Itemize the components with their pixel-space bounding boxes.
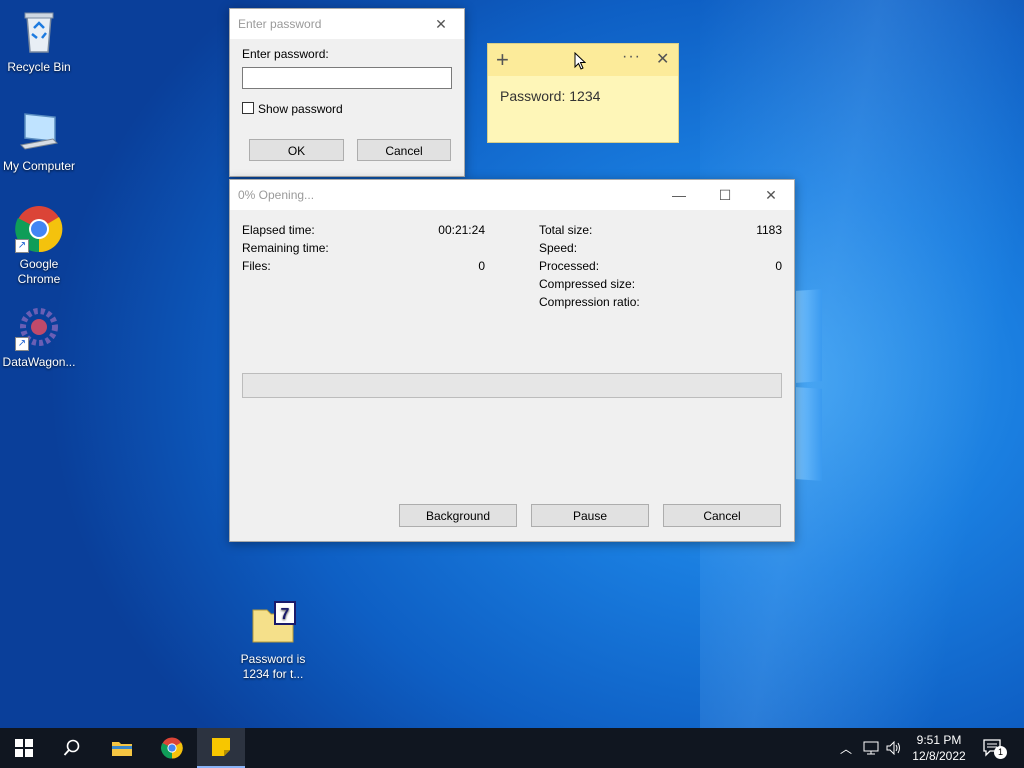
- files-label: Files:: [242, 259, 271, 273]
- more-icon[interactable]: ···: [622, 48, 641, 66]
- dialog-title: Enter password: [238, 17, 322, 31]
- recycle-bin-icon: [15, 8, 63, 56]
- files-value: 0: [478, 259, 485, 273]
- close-icon[interactable]: ✕: [418, 9, 464, 39]
- cursor-icon: [574, 51, 587, 73]
- password-prompt-label: Enter password:: [242, 47, 329, 61]
- search-icon: [63, 739, 80, 756]
- show-hidden-icons-button[interactable]: ︿: [838, 728, 854, 768]
- action-center-button[interactable]: 1: [978, 728, 1008, 768]
- search-button[interactable]: [48, 728, 96, 768]
- close-icon[interactable]: ✕: [656, 49, 669, 69]
- plus-icon[interactable]: +: [496, 47, 509, 73]
- remaining-time-label: Remaining time:: [242, 241, 329, 255]
- processed-value: 0: [775, 259, 782, 273]
- progress-bar: [242, 373, 782, 398]
- compression-ratio-label: Compression ratio:: [539, 295, 640, 309]
- window-title: 0% Opening...: [238, 188, 315, 202]
- desktop-icon-my-computer[interactable]: My Computer: [1, 107, 77, 174]
- desktop-icon-recycle-bin[interactable]: Recycle Bin: [1, 8, 77, 75]
- desktop-icon-label: DataWagon...: [2, 355, 76, 369]
- volume-icon[interactable]: [884, 728, 904, 768]
- show-password-checkbox[interactable]: [242, 102, 254, 114]
- sticky-notes-icon: [212, 738, 230, 756]
- processed-label: Processed:: [539, 259, 600, 273]
- pause-button[interactable]: Pause: [531, 504, 649, 527]
- sticky-note-text[interactable]: Password: 1234: [488, 76, 678, 116]
- start-icon: [15, 739, 33, 757]
- clock[interactable]: 9:51 PM 12/8/2022: [906, 728, 972, 768]
- file-explorer-icon: [112, 742, 132, 756]
- taskbar: ︿ 9:51 PM 12/8/2022 1: [0, 728, 1024, 768]
- background-button[interactable]: Background: [399, 504, 517, 527]
- close-icon[interactable]: ✕: [748, 180, 794, 210]
- compressed-size-label: Compressed size:: [539, 277, 636, 291]
- desktop-icon-label: Password is 1234 for t...: [240, 652, 306, 681]
- speed-label: Speed:: [539, 241, 578, 255]
- desktop-icon-label: Recycle Bin: [7, 60, 71, 74]
- progress-window-titlebar[interactable]: 0% Opening... — ☐ ✕: [230, 180, 794, 210]
- chevron-up-icon: ︿: [839, 741, 852, 756]
- cancel-button[interactable]: Cancel: [663, 504, 781, 527]
- cancel-button[interactable]: Cancel: [357, 139, 451, 161]
- sticky-note-toolbar[interactable]: + ··· ✕: [488, 44, 678, 76]
- shortcut-arrow-icon: ↗: [15, 337, 29, 351]
- archive-file-icon: 7: [249, 600, 297, 648]
- chrome-icon: ↗: [15, 205, 63, 253]
- datawagon-icon: ↗: [15, 303, 63, 351]
- clock-time: 9:51 PM: [916, 733, 962, 747]
- total-size-value: 1183: [756, 223, 782, 237]
- total-size-label: Total size:: [539, 223, 593, 237]
- chrome-icon: [161, 737, 183, 759]
- ok-button[interactable]: OK: [249, 139, 344, 161]
- elapsed-time-label: Elapsed time:: [242, 223, 315, 237]
- elapsed-time-value: 00:21:24: [438, 223, 485, 237]
- extraction-progress-window: 0% Opening... — ☐ ✕ Elapsed time: 00:21:…: [229, 179, 795, 542]
- network-icon[interactable]: [861, 728, 881, 768]
- desktop-icon-label: Google Chrome: [17, 257, 61, 286]
- notification-count-badge: 1: [994, 746, 1007, 759]
- password-input[interactable]: [242, 67, 452, 89]
- svg-text:7: 7: [281, 606, 290, 623]
- minimize-icon[interactable]: —: [656, 180, 702, 210]
- computer-icon: [15, 107, 63, 155]
- password-dialog: Enter password ✕ Enter password: Show pa…: [229, 8, 465, 177]
- password-dialog-titlebar[interactable]: Enter password ✕: [230, 9, 464, 39]
- show-password-label[interactable]: Show password: [258, 102, 343, 116]
- start-button[interactable]: [0, 728, 48, 768]
- clock-date: 12/8/2022: [912, 749, 966, 763]
- desktop-icon-google-chrome[interactable]: ↗ Google Chrome: [1, 205, 77, 287]
- desktop-icon-password-archive[interactable]: 7 Password is 1234 for t...: [235, 600, 311, 682]
- taskbar-chrome[interactable]: [148, 728, 196, 768]
- wallpaper-logo-pane: [796, 289, 822, 383]
- sticky-note[interactable]: + ··· ✕ Password: 1234: [487, 43, 679, 143]
- shortcut-arrow-icon: ↗: [15, 239, 29, 253]
- desktop-icon-datawagon[interactable]: ↗ DataWagon...: [1, 303, 77, 370]
- maximize-icon[interactable]: ☐: [702, 180, 748, 210]
- taskbar-sticky-notes[interactable]: [197, 728, 245, 768]
- desktop-icon-label: My Computer: [2, 159, 76, 173]
- taskbar-file-explorer[interactable]: [98, 728, 146, 768]
- wallpaper-logo-pane: [796, 387, 822, 481]
